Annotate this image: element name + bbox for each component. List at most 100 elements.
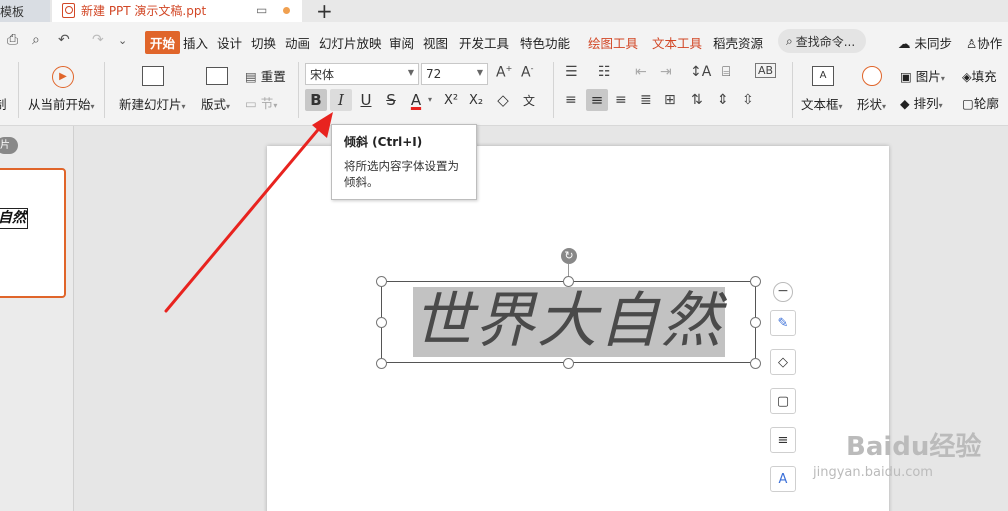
reset-button[interactable]: ▤ 重置 — [245, 66, 286, 85]
eraser-icon[interactable]: ◇ — [492, 89, 514, 111]
border-icon[interactable]: ▢ — [770, 388, 796, 414]
pinyin-icon[interactable]: 文 — [518, 89, 540, 111]
distribute-icon[interactable]: ⊞ — [664, 92, 676, 108]
redo-icon[interactable]: ↷ — [92, 32, 104, 48]
play-from-current-button[interactable]: 从当前开始▾ — [28, 94, 95, 113]
menu-text-tools[interactable]: 文本工具 — [652, 33, 702, 52]
resize-handle-e[interactable] — [750, 317, 761, 328]
new-slide-icon[interactable] — [142, 66, 164, 86]
resize-handle-n[interactable] — [563, 276, 574, 287]
menu-design[interactable]: 设计 — [217, 33, 242, 52]
font-size-select[interactable]: 72 ▼ — [421, 63, 488, 85]
collab-button[interactable]: ♙协作 — [966, 33, 1002, 52]
chevron-down-icon: ▼ — [476, 68, 483, 77]
cloud-icon: ☁ — [898, 36, 911, 51]
picture-label: 图片 — [915, 69, 941, 84]
outline-button[interactable]: ▢轮廓 — [962, 93, 999, 112]
italic-button[interactable]: I — [330, 89, 352, 111]
textbox-button[interactable]: 文本框▾ — [801, 94, 843, 113]
decrease-indent-icon[interactable]: ⇤ — [635, 64, 647, 80]
align-text-icon[interactable]: ⌸ — [722, 64, 730, 80]
underline-button[interactable]: U — [355, 89, 377, 111]
resize-handle-s[interactable] — [563, 358, 574, 369]
fill-button[interactable]: ◈填充 — [962, 66, 997, 85]
font-color-button[interactable]: A — [405, 89, 427, 111]
rotate-handle-icon[interactable]: ↻ — [561, 248, 577, 264]
menu-review[interactable]: 审阅 — [389, 33, 414, 52]
undo-icon[interactable]: ↶ — [58, 32, 70, 48]
menu-transition[interactable]: 切换 — [251, 33, 276, 52]
line-spacing-icon[interactable]: ⇅ — [691, 92, 703, 108]
increase-indent-icon[interactable]: ⇥ — [660, 64, 672, 80]
sync-status[interactable]: ☁ 未同步 — [898, 33, 952, 52]
arrange-icon: ◆ — [900, 96, 910, 111]
subscript-button[interactable]: X₂ — [465, 89, 487, 111]
superscript-button[interactable]: X² — [440, 89, 462, 111]
menu-view[interactable]: 视图 — [423, 33, 448, 52]
shape-button[interactable]: 形状▾ — [857, 94, 886, 113]
text-direction-icon[interactable]: ↕A — [690, 64, 711, 80]
tab-template[interactable]: 模板 — [0, 0, 50, 22]
tooltip-title: 倾斜 (Ctrl+I) — [344, 135, 423, 149]
numbered-list-icon[interactable]: ☷ — [598, 64, 611, 80]
strikethrough-button[interactable]: S — [380, 89, 402, 111]
print-icon[interactable]: ⎙ — [7, 32, 18, 48]
resize-handle-sw[interactable] — [376, 358, 387, 369]
paragraph-spacing-icon[interactable]: ⇕ — [717, 92, 729, 108]
reset-icon: ▤ — [245, 69, 257, 84]
layout-button[interactable]: 版式▾ — [201, 94, 230, 113]
unsaved-dot-icon — [283, 7, 290, 14]
arrange-label: 排列 — [913, 96, 939, 111]
font-name-value: 宋体 — [310, 67, 335, 82]
sync-label: 未同步 — [914, 36, 952, 51]
chevron-down-icon[interactable]: ⌄ — [118, 34, 127, 47]
ribbon-divider — [18, 62, 19, 118]
menu-insert[interactable]: 插入 — [183, 33, 208, 52]
resize-handle-se[interactable] — [750, 358, 761, 369]
text-format-icon[interactable]: ≡ — [770, 427, 796, 453]
shape-icon[interactable] — [862, 66, 882, 86]
print-preview-icon[interactable]: ⌕ — [32, 32, 40, 48]
section-label: 节 — [260, 96, 274, 111]
align-left-icon[interactable]: ≡ — [565, 92, 577, 108]
bold-button[interactable]: B — [305, 89, 327, 111]
resize-handle-ne[interactable] — [750, 276, 761, 287]
section-button[interactable]: ▭ 节▾ — [245, 93, 277, 112]
new-tab-button[interactable]: + — [316, 0, 333, 23]
menu-resources[interactable]: 稻壳资源 — [713, 33, 763, 52]
menu-animation[interactable]: 动画 — [285, 33, 310, 52]
resize-handle-nw[interactable] — [376, 276, 387, 287]
brush-icon[interactable]: ✎ — [770, 310, 796, 336]
menu-developer[interactable]: 开发工具 — [459, 33, 509, 52]
text-effect-icon[interactable]: A — [770, 466, 796, 492]
menu-slideshow[interactable]: 幻灯片放映 — [319, 33, 382, 52]
picture-button[interactable]: ▣ 图片▾ — [900, 66, 945, 85]
text-box-frame[interactable] — [381, 281, 756, 363]
shrink-font-icon[interactable]: A- — [521, 64, 533, 81]
new-slide-button[interactable]: 新建幻灯片▾ — [119, 94, 186, 113]
command-search[interactable]: ⌕ 查找命令... — [778, 29, 866, 53]
user-icon: ♙ — [966, 36, 978, 51]
search-placeholder: 查找命令... — [795, 34, 856, 49]
spacing-options-icon[interactable]: ⇳ — [742, 92, 754, 108]
play-icon[interactable]: ▶ — [52, 66, 74, 88]
justify-icon[interactable]: ≣ — [640, 92, 652, 108]
align-center-icon[interactable]: ≡ — [586, 89, 608, 111]
font-name-select[interactable]: 宋体 ▼ — [305, 63, 419, 85]
collapse-tools-button[interactable]: − — [773, 282, 793, 302]
monitor-icon[interactable]: ▭ — [256, 3, 267, 17]
menu-start[interactable]: 开始 — [145, 31, 181, 54]
menu-features[interactable]: 特色功能 — [520, 33, 570, 52]
bullet-list-icon[interactable]: ☰ — [565, 64, 578, 80]
grow-font-icon[interactable]: A+ — [496, 64, 512, 81]
fill-bucket-icon[interactable]: ◇ — [770, 349, 796, 375]
resize-handle-w[interactable] — [376, 317, 387, 328]
align-right-icon[interactable]: ≡ — [615, 92, 627, 108]
text-wrap-icon[interactable]: AB — [755, 63, 777, 78]
slide-thumbnail[interactable] — [0, 168, 66, 298]
menu-drawing-tools[interactable]: 绘图工具 — [588, 33, 638, 52]
arrange-button[interactable]: ◆ 排列▾ — [900, 93, 943, 112]
chevron-down-icon[interactable]: ▾ — [428, 95, 432, 104]
layout-icon[interactable] — [206, 67, 228, 85]
textbox-icon[interactable]: A — [812, 66, 834, 86]
